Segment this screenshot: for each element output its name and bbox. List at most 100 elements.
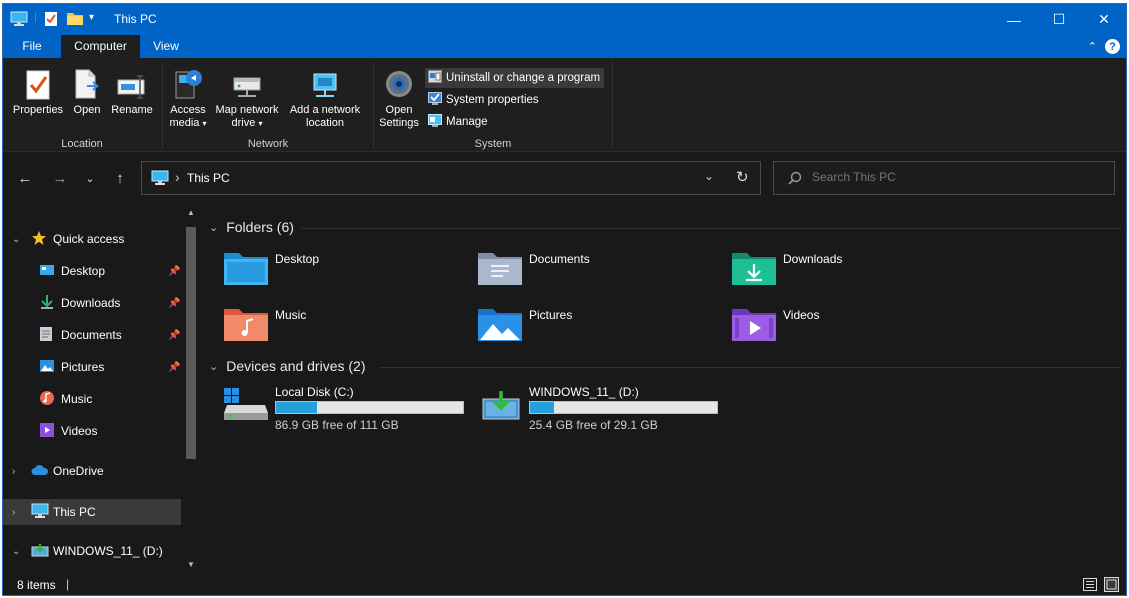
add-network-location-button[interactable]: Add a network location — [285, 64, 365, 130]
nav-pane-scrollbar[interactable]: ▲ ▼ — [183, 205, 199, 573]
open-button[interactable]: Open — [69, 64, 105, 117]
tab-view[interactable]: View — [140, 35, 192, 58]
pin-icon[interactable]: 📌 — [168, 298, 180, 309]
desktop-folder-icon — [223, 250, 269, 289]
folder-music[interactable]: Music — [223, 306, 306, 346]
drive-windows-11-d[interactable]: WINDOWS_11_ (D:) 25.4 GB free of 29.1 GB — [477, 385, 727, 435]
open-settings-button[interactable]: Open Settings — [376, 64, 422, 130]
music-icon — [39, 390, 55, 409]
search-box[interactable] — [773, 161, 1115, 195]
properties-button[interactable]: Properties — [10, 64, 66, 117]
system-properties-button[interactable]: System properties — [425, 90, 543, 110]
system-drive-icon — [223, 387, 269, 424]
this-pc-icon[interactable] — [10, 11, 28, 30]
up-button[interactable]: ↑ — [109, 167, 131, 189]
tab-file[interactable]: File — [3, 35, 61, 58]
arrow-right-icon: → — [52, 169, 68, 187]
details-view-icon[interactable] — [1083, 578, 1097, 594]
star-icon — [31, 230, 47, 249]
ribbon-tabs: File Computer View ⌃ ? — [3, 35, 1126, 58]
status-bar: 8 items | — [3, 573, 1126, 595]
manage-button[interactable]: Manage — [425, 112, 492, 132]
location-group-label: Location — [61, 138, 103, 150]
scroll-down-icon[interactable]: ▼ — [187, 560, 195, 569]
maximize-icon: ☐ — [1052, 11, 1066, 27]
pin-icon[interactable]: 📌 — [168, 362, 180, 373]
rename-icon — [109, 64, 155, 100]
folders-section-header[interactable]: ⌄ Folders (6) — [209, 219, 294, 235]
folder-videos[interactable]: Videos — [731, 306, 819, 346]
pin-icon[interactable]: 📌 — [168, 330, 180, 341]
forward-button[interactable]: → — [49, 167, 71, 189]
tab-computer[interactable]: Computer — [61, 35, 140, 58]
chevron-right-icon[interactable]: › — [12, 507, 15, 518]
access-media-icon — [168, 64, 208, 100]
back-button[interactable]: ← — [14, 167, 36, 189]
minimize-button[interactable]: — — [991, 4, 1037, 35]
nav-this-pc[interactable]: › This PC — [3, 499, 181, 525]
arrow-up-icon: ↑ — [116, 169, 124, 187]
nav-pictures[interactable]: Pictures 📌 — [3, 355, 181, 379]
breadcrumb-this-pc[interactable]: This PC — [187, 171, 230, 185]
maximize-button[interactable]: ☐ — [1036, 4, 1082, 35]
address-bar[interactable]: › This PC ⌄ ↻ — [141, 161, 761, 195]
nav-onedrive[interactable]: › OneDrive — [3, 459, 181, 483]
documents-folder-icon — [477, 250, 523, 289]
music-folder-icon — [223, 306, 269, 345]
nav-videos[interactable]: Videos — [3, 419, 181, 443]
download-arrow-icon — [39, 294, 55, 313]
folder-downloads[interactable]: Downloads — [731, 250, 842, 290]
close-button[interactable]: ✕ — [1081, 4, 1126, 35]
downloads-folder-icon — [731, 250, 777, 289]
folder-documents[interactable]: Documents — [477, 250, 590, 290]
content-area: ⌄ Folders (6) Desktop Documents Download… — [201, 205, 1126, 573]
customize-quick-access-icon[interactable]: ▾ — [89, 12, 94, 23]
chevron-down-icon[interactable]: ⌄ — [209, 221, 218, 234]
map-network-drive-button[interactable]: Map network drive ▾ — [211, 64, 283, 130]
new-folder-quick-icon[interactable] — [66, 11, 84, 29]
documents-icon — [39, 326, 53, 345]
properties-icon — [10, 64, 66, 100]
chevron-down-icon[interactable]: ⌄ — [209, 360, 218, 373]
address-dropdown-icon[interactable]: ⌄ — [704, 169, 714, 183]
help-icon[interactable]: ? — [1105, 39, 1120, 54]
videos-icon — [39, 422, 55, 441]
nav-usb-drive[interactable]: ⌄ WINDOWS_11_ (D:) — [3, 539, 181, 563]
pictures-folder-icon — [477, 306, 523, 345]
scroll-up-icon[interactable]: ▲ — [187, 208, 195, 217]
nav-music[interactable]: Music — [3, 387, 181, 411]
nav-downloads[interactable]: Downloads 📌 — [3, 291, 181, 315]
nav-desktop[interactable]: Desktop 📌 — [3, 259, 181, 283]
chevron-down-icon[interactable]: ⌄ — [12, 546, 20, 557]
folder-desktop[interactable]: Desktop — [223, 250, 319, 290]
recent-locations-button[interactable]: ⌄ — [79, 167, 101, 189]
access-media-dropdown-icon: ▾ — [202, 119, 207, 128]
breadcrumb-separator-icon[interactable]: › — [175, 169, 180, 185]
search-icon — [788, 171, 802, 188]
chevron-down-icon[interactable]: ⌄ — [12, 234, 20, 245]
pin-icon[interactable]: 📌 — [168, 266, 180, 277]
close-icon: ✕ — [1098, 11, 1110, 27]
drives-section-header[interactable]: ⌄ Devices and drives (2) — [209, 358, 366, 374]
desktop-icon — [39, 263, 55, 280]
uninstall-program-button[interactable]: Uninstall or change a program — [425, 68, 605, 88]
navigation-bar: ← → ⌄ ↑ › This PC ⌄ ↻ — [3, 153, 1126, 205]
rename-button[interactable]: Rename — [109, 64, 155, 117]
manage-icon — [428, 114, 442, 130]
drive-local-disk-c[interactable]: Local Disk (C:) 86.9 GB free of 111 GB — [223, 385, 473, 435]
scrollbar-thumb[interactable] — [186, 227, 196, 459]
chevron-right-icon[interactable]: › — [12, 466, 15, 477]
properties-quick-icon[interactable] — [44, 11, 58, 30]
nav-quick-access[interactable]: ⌄ Quick access — [3, 227, 181, 251]
arrow-left-icon: ← — [17, 169, 33, 187]
nav-documents[interactable]: Documents 📌 — [3, 323, 181, 347]
large-icons-view-icon[interactable] — [1104, 577, 1119, 595]
search-input[interactable] — [812, 170, 1092, 184]
pictures-icon — [39, 359, 55, 376]
drive-usage-bar — [529, 401, 718, 414]
refresh-icon[interactable]: ↻ — [736, 168, 749, 186]
access-media-button[interactable]: Access media ▾ — [168, 64, 208, 130]
collapse-ribbon-icon[interactable]: ⌃ — [1088, 40, 1097, 53]
chevron-down-icon: ⌄ — [85, 172, 95, 185]
folder-pictures[interactable]: Pictures — [477, 306, 572, 346]
